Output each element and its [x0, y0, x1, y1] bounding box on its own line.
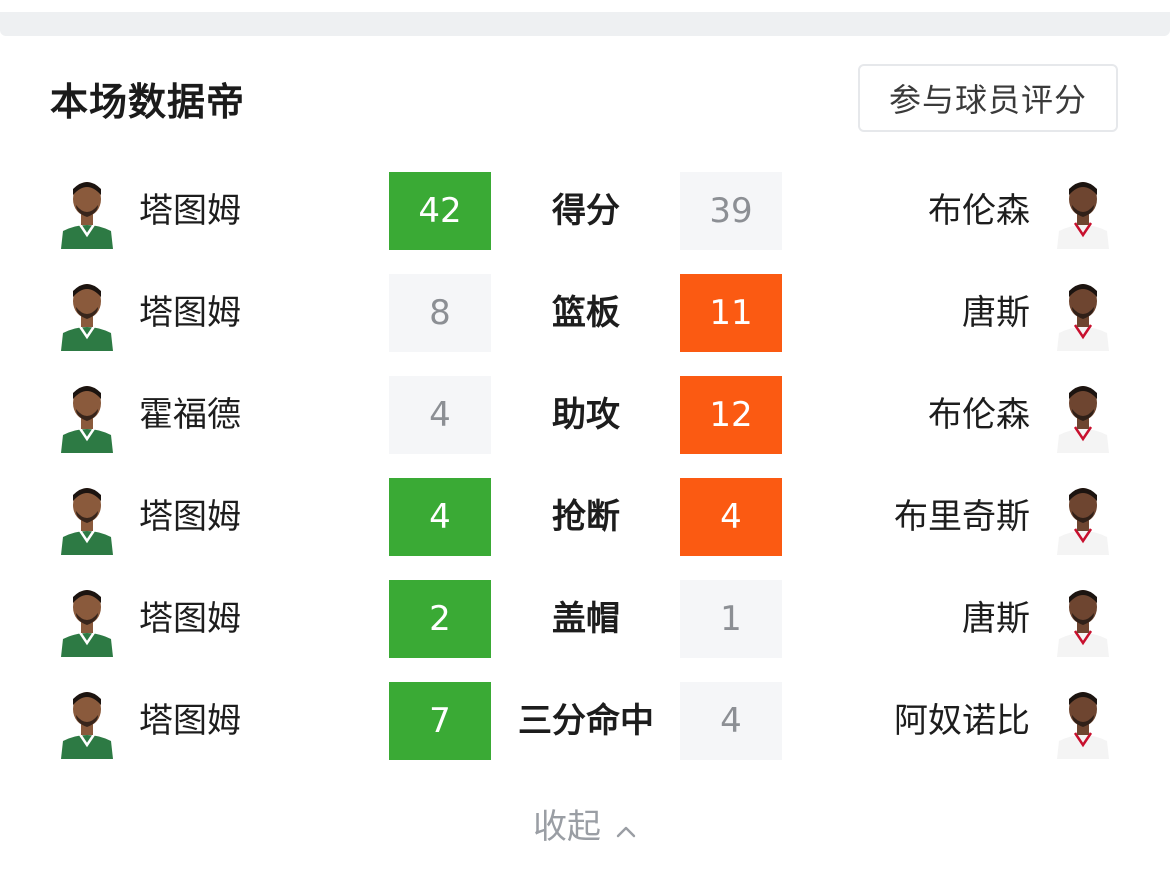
away-player-name[interactable]: 布里奇斯	[894, 478, 1030, 556]
away-player-avatar[interactable]	[1053, 581, 1113, 657]
home-player-name[interactable]: 塔图姆	[139, 682, 241, 760]
away-player-avatar[interactable]	[1053, 683, 1113, 759]
home-stat-value: 7	[389, 682, 491, 760]
stat-row[interactable]: 塔图姆 2 盖帽 1 唐斯	[0, 580, 1170, 658]
chevron-up-icon	[615, 812, 637, 838]
away-stat-value: 39	[680, 172, 782, 250]
home-player-name[interactable]: 塔图姆	[139, 580, 241, 658]
top-divider-band	[0, 0, 1170, 36]
away-stat-value: 11	[680, 274, 782, 352]
stat-category: 盖帽	[552, 599, 620, 639]
stat-row[interactable]: 塔图姆 4 抢断 4 布里奇斯	[0, 478, 1170, 556]
rate-players-button[interactable]: 参与球员评分	[858, 64, 1118, 132]
collapse-label: 收起	[533, 806, 601, 847]
away-player-avatar[interactable]	[1053, 275, 1113, 351]
home-player-avatar[interactable]	[57, 275, 117, 351]
collapse-button[interactable]: 收起	[485, 798, 685, 848]
away-player-name[interactable]: 布伦森	[928, 376, 1030, 454]
home-stat-value: 4	[389, 376, 491, 454]
home-player-avatar[interactable]	[57, 173, 117, 249]
stat-row[interactable]: 霍福德 4 助攻 12 布伦森	[0, 376, 1170, 454]
away-player-avatar[interactable]	[1053, 479, 1113, 555]
stat-row[interactable]: 塔图姆 7 三分命中 4 阿奴诺比	[0, 682, 1170, 760]
home-player-name[interactable]: 塔图姆	[139, 478, 241, 556]
away-stat-value: 4	[680, 682, 782, 760]
stat-category: 抢断	[552, 497, 620, 537]
away-player-name[interactable]: 唐斯	[962, 274, 1030, 352]
away-player-name[interactable]: 阿奴诺比	[894, 682, 1030, 760]
away-player-name[interactable]: 唐斯	[962, 580, 1030, 658]
home-stat-value: 2	[389, 580, 491, 658]
away-player-avatar[interactable]	[1053, 173, 1113, 249]
stat-row[interactable]: 塔图姆 8 篮板 11 唐斯	[0, 274, 1170, 352]
home-player-avatar[interactable]	[57, 479, 117, 555]
home-player-name[interactable]: 塔图姆	[139, 274, 241, 352]
away-player-name[interactable]: 布伦森	[928, 172, 1030, 250]
stat-row[interactable]: 塔图姆 42 得分 39 布伦森	[0, 172, 1170, 250]
home-stat-value: 8	[389, 274, 491, 352]
home-player-avatar[interactable]	[57, 581, 117, 657]
away-stat-value: 4	[680, 478, 782, 556]
away-stat-value: 12	[680, 376, 782, 454]
home-player-avatar[interactable]	[57, 377, 117, 453]
away-stat-value: 1	[680, 580, 782, 658]
stat-category: 得分	[552, 191, 620, 231]
stat-category: 助攻	[552, 395, 620, 435]
away-player-avatar[interactable]	[1053, 377, 1113, 453]
page-title: 本场数据帝	[50, 80, 246, 124]
stat-category: 篮板	[552, 293, 620, 333]
home-player-name[interactable]: 塔图姆	[139, 172, 241, 250]
home-stat-value: 4	[389, 478, 491, 556]
home-player-avatar[interactable]	[57, 683, 117, 759]
stat-category: 三分命中	[518, 701, 654, 741]
home-player-name[interactable]: 霍福德	[139, 376, 241, 454]
home-stat-value: 42	[389, 172, 491, 250]
